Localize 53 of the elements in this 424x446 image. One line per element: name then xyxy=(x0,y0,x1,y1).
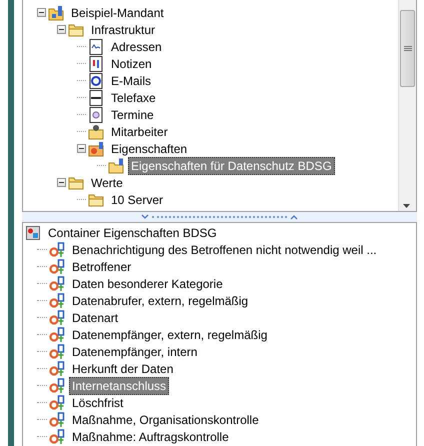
attribute-icon xyxy=(49,412,65,428)
tree-item[interactable]: Beispiel-Mandant xyxy=(68,4,167,22)
tree-item[interactable]: Adressen xyxy=(108,38,165,56)
list-item[interactable]: Betroffener xyxy=(69,258,134,276)
folder-icon xyxy=(88,192,104,208)
collapse-toggle[interactable] xyxy=(37,8,46,17)
list-header: Container Eigenschaften BDSG xyxy=(47,224,218,242)
attribute-icon xyxy=(49,310,65,326)
tree-item[interactable]: Telefaxe xyxy=(108,88,159,106)
tree-item[interactable]: Infrastruktur xyxy=(88,20,158,38)
attribute-icon xyxy=(49,276,65,292)
list-item[interactable]: Benachrichtigung des Betroffenen nicht notwendig weil ... xyxy=(69,240,380,258)
client-folder-icon xyxy=(48,4,64,20)
tree-item[interactable]: Termine xyxy=(108,106,157,124)
tree-item[interactable]: 10 Server xyxy=(108,190,166,208)
scroll-thumb[interactable] xyxy=(400,10,415,87)
container-icon xyxy=(25,224,41,240)
list-item[interactable]: Löschfrist xyxy=(69,394,126,412)
properties-folder-icon xyxy=(108,158,124,174)
list-item[interactable]: Datenempfänger, intern xyxy=(69,342,200,360)
folder-icon xyxy=(68,174,84,190)
list-item[interactable]: Datenempfänger, extern, regelmäßig xyxy=(69,326,270,344)
attribute-icon xyxy=(49,326,65,342)
list-item[interactable]: Daten besonderer Kategorie xyxy=(69,274,226,292)
attribute-icon xyxy=(49,428,65,444)
collapse-toggle[interactable] xyxy=(57,178,66,187)
chevron-down-icon[interactable] xyxy=(141,214,149,220)
chevron-up-icon[interactable] xyxy=(290,214,298,220)
attribute-icon xyxy=(49,394,65,410)
attribute-icon xyxy=(49,292,65,308)
tree-item[interactable]: Eigenschaften für Datenschutz BDSG xyxy=(128,156,335,174)
collapse-toggle[interactable] xyxy=(77,144,86,153)
list-item[interactable]: Datenart xyxy=(69,308,122,326)
user-folder-icon xyxy=(88,124,104,140)
tree-item[interactable]: Werte xyxy=(88,174,126,192)
attribute-icon xyxy=(49,378,65,394)
scrollbar[interactable] xyxy=(398,0,416,211)
tree-item[interactable]: Notizen xyxy=(108,54,155,72)
tree-item[interactable]: E-Mails xyxy=(108,72,154,90)
tree-item[interactable]: Eigenschaften xyxy=(108,140,190,158)
collapse-toggle[interactable] xyxy=(57,25,66,34)
attribute-icon xyxy=(49,344,65,360)
list-item[interactable]: Datenabrufer, extern, regelmäßig xyxy=(69,292,252,310)
list-item[interactable]: Internetanschluss xyxy=(69,376,170,394)
attribute-icon xyxy=(49,242,65,258)
list-item[interactable]: Maßnahme, Organisationskontrolle xyxy=(69,410,262,428)
tree-item[interactable]: Mitarbeiter xyxy=(108,122,171,140)
properties-icon xyxy=(88,140,104,156)
attribute-icon xyxy=(49,360,65,376)
list-item[interactable]: Herkunft der Daten xyxy=(69,360,176,378)
folder-icon xyxy=(68,22,84,38)
list-item[interactable]: Maßnahme: Auftragskontrolle xyxy=(69,428,232,446)
attribute-icon xyxy=(49,258,65,274)
